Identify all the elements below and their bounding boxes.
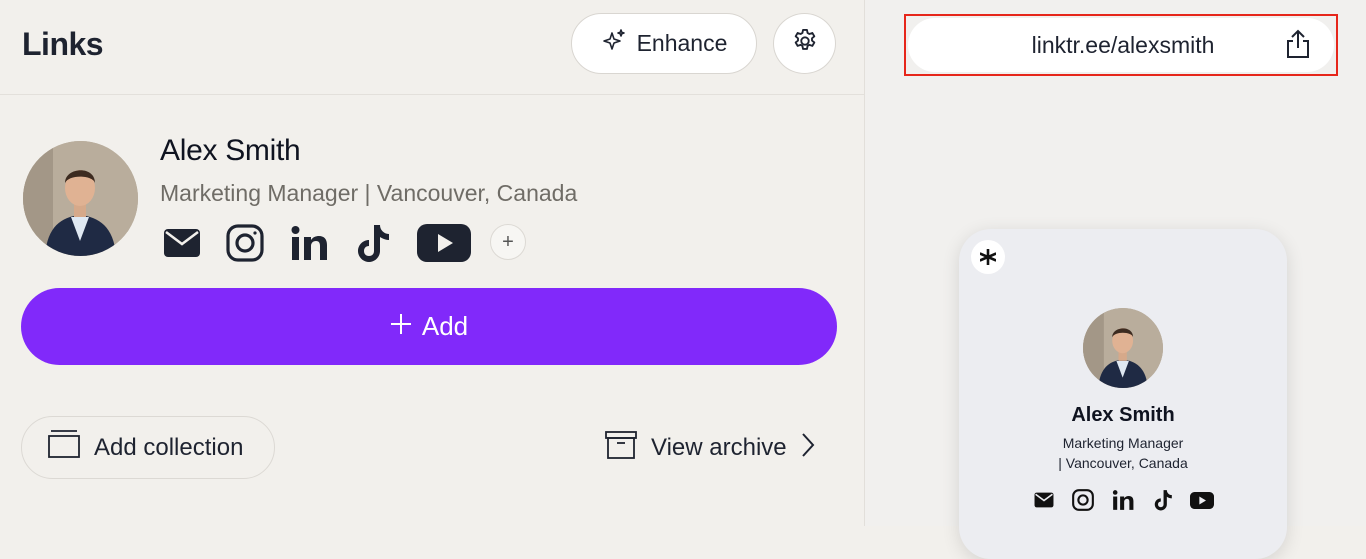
plus-icon: + xyxy=(502,230,514,253)
linktree-logo-icon xyxy=(971,240,1005,274)
plus-icon xyxy=(390,311,412,342)
enhance-label: Enhance xyxy=(636,30,728,56)
linkedin-icon[interactable] xyxy=(289,222,329,264)
tiktok-icon[interactable] xyxy=(353,222,393,264)
header-divider xyxy=(0,94,864,95)
add-collection-button[interactable]: Add collection xyxy=(21,416,275,479)
profile-name[interactable]: Alex Smith xyxy=(160,134,301,168)
share-icon[interactable] xyxy=(1284,29,1312,64)
tiktok-icon xyxy=(1150,487,1176,513)
preview-bio-line1: Marketing Manager xyxy=(1062,435,1184,451)
instagram-icon xyxy=(1070,487,1096,513)
editor-panel: Links Enhance Alex Smith Marketing Manag… xyxy=(0,0,864,526)
archive-icon xyxy=(605,430,637,467)
preview-social-icons xyxy=(1031,487,1215,513)
view-archive-link[interactable]: View archive xyxy=(605,430,815,466)
editor-header: Links Enhance xyxy=(0,0,864,94)
profile-url[interactable]: linktr.ee/alexsmith xyxy=(908,32,1338,59)
add-collection-label: Add collection xyxy=(94,433,244,461)
add-link-button[interactable]: Add xyxy=(21,288,837,365)
preview-avatar xyxy=(1083,308,1163,388)
profile-bio[interactable]: Marketing Manager | Vancouver, Canada xyxy=(160,180,577,207)
chevron-right-icon xyxy=(801,432,815,465)
profile-url-bar[interactable]: linktr.ee/alexsmith xyxy=(908,18,1334,72)
view-archive-label: View archive xyxy=(651,434,787,461)
linkedin-icon xyxy=(1110,487,1136,513)
instagram-icon[interactable] xyxy=(225,222,265,264)
settings-button[interactable] xyxy=(773,13,836,74)
collection-icon xyxy=(48,429,80,466)
phone-preview: Alex Smith Marketing Manager | Vancouver… xyxy=(959,229,1287,559)
preview-name: Alex Smith xyxy=(1071,404,1175,426)
youtube-icon xyxy=(1189,487,1215,513)
sparkle-icon xyxy=(601,28,627,60)
avatar[interactable] xyxy=(23,141,138,256)
youtube-icon[interactable] xyxy=(417,222,471,264)
enhance-button[interactable]: Enhance xyxy=(571,13,757,74)
gear-icon xyxy=(791,27,819,60)
page-title: Links xyxy=(22,26,104,62)
email-icon xyxy=(1031,487,1057,513)
add-label: Add xyxy=(421,311,469,341)
preview-bio-line2: | Vancouver, Canada xyxy=(1058,455,1188,471)
email-icon[interactable] xyxy=(162,222,202,264)
add-social-button[interactable]: + xyxy=(490,224,526,260)
